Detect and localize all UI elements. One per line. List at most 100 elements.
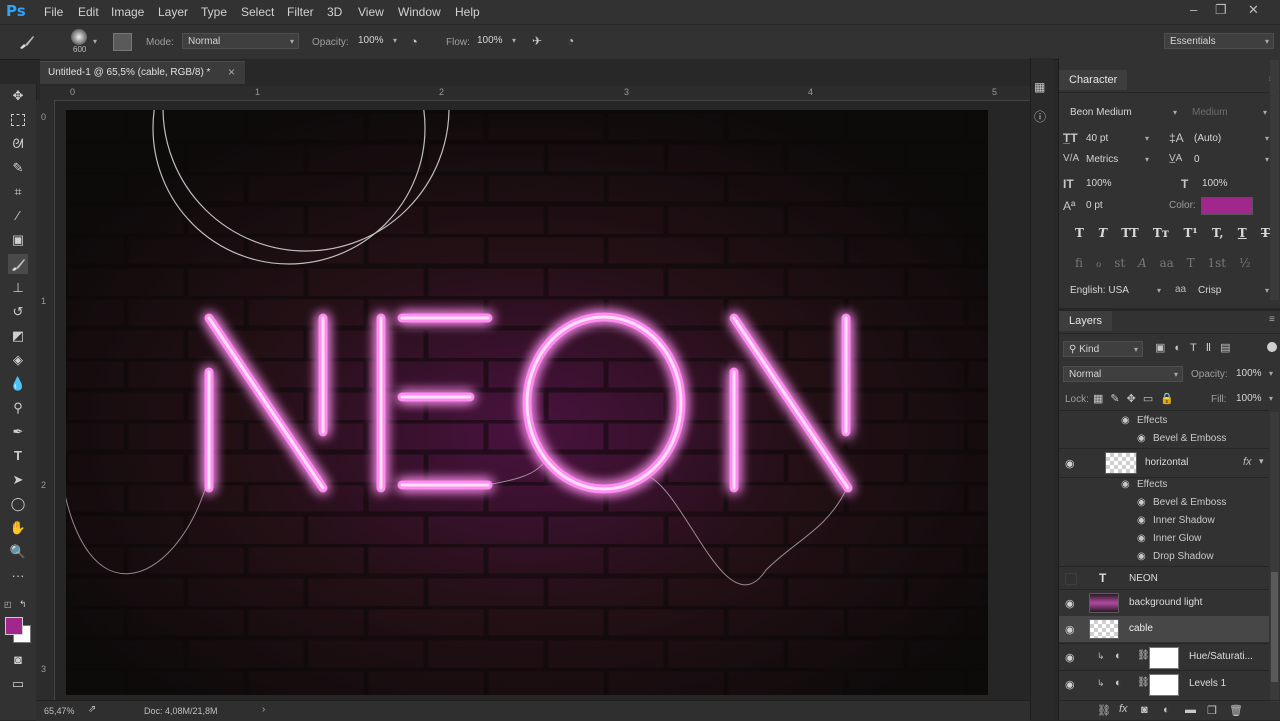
document-canvas[interactable]: [57, 0, 988, 695]
add-layer-style-icon[interactable]: fx: [1119, 703, 1128, 715]
new-group-icon[interactable]: ▬: [1185, 704, 1196, 716]
eye-icon[interactable]: ◉: [1137, 433, 1146, 444]
titling-alternates-button[interactable]: T: [1187, 256, 1195, 270]
menu-help[interactable]: Help: [455, 5, 480, 19]
fractions-button[interactable]: ½: [1239, 256, 1251, 270]
filter-kind-dropdown[interactable]: ⚲ Kind ▾: [1063, 341, 1143, 357]
panel-scrollbar[interactable]: [1270, 60, 1279, 300]
fx-icon[interactable]: fx: [1243, 456, 1252, 468]
layer-mask-thumbnail[interactable]: [1149, 674, 1179, 696]
ordinals-button[interactable]: 1st: [1208, 256, 1227, 270]
all-caps-button[interactable]: TT: [1121, 226, 1138, 240]
export-icon[interactable]: ⇗: [88, 704, 96, 715]
zoom-tool-icon[interactable]: 🔍: [8, 542, 28, 562]
layer-mask-thumbnail[interactable]: [1149, 647, 1179, 669]
add-mask-icon[interactable]: ◙: [1141, 704, 1148, 716]
tab-layers[interactable]: Layers: [1059, 311, 1113, 331]
new-layer-icon[interactable]: ❐: [1207, 704, 1217, 717]
eye-icon[interactable]: ◉: [1065, 597, 1075, 610]
small-caps-button[interactable]: Tт: [1153, 226, 1169, 240]
vertical-scale-field[interactable]: 100%: [1081, 176, 1153, 192]
leading-field[interactable]: (Auto) ▾: [1189, 131, 1273, 147]
eye-icon[interactable]: ◉: [1065, 623, 1075, 636]
tracking-field[interactable]: 0 ▾: [1189, 152, 1273, 168]
eye-icon[interactable]: ◉: [1065, 651, 1075, 664]
menu-filter[interactable]: Filter: [287, 5, 314, 19]
delete-layer-icon[interactable]: 🗑: [1229, 704, 1243, 717]
scrollbar-thumb[interactable]: [1271, 572, 1278, 682]
new-adjustment-layer-icon[interactable]: ◐: [1163, 704, 1170, 716]
layer-row-levels[interactable]: ◉ ↳ ◐ ⛓ Levels 1: [1059, 670, 1269, 697]
layer-row-horizontal[interactable]: ◉ horizontal fx ▾: [1059, 448, 1269, 478]
info-panel-icon[interactable]: ⓘ: [1034, 108, 1046, 125]
path-selection-tool-icon[interactable]: ➤: [8, 470, 28, 490]
brush-preset-icon[interactable]: [71, 29, 87, 45]
layers-scrollbar[interactable]: [1270, 412, 1279, 702]
font-style-dropdown[interactable]: Medium ▾: [1187, 105, 1271, 121]
ligatures-button[interactable]: fi: [1075, 256, 1083, 270]
old-style-button[interactable]: ℴ: [1096, 256, 1102, 270]
faux-bold-button[interactable]: T: [1075, 226, 1084, 240]
eye-icon[interactable]: ◉: [1137, 551, 1146, 562]
status-arrow-icon[interactable]: ›: [262, 704, 265, 715]
text-color-swatch[interactable]: [1201, 197, 1253, 215]
quick-selection-tool-icon[interactable]: ✎: [8, 158, 28, 178]
effect-row-bevel[interactable]: ◉ Bevel & Emboss: [1059, 430, 1269, 448]
eraser-tool-icon[interactable]: ◩: [8, 326, 28, 346]
ellipse-tool-icon[interactable]: ◯: [8, 494, 28, 514]
eye-icon[interactable]: ◉: [1137, 497, 1146, 508]
lasso-tool-icon[interactable]: ᘛ: [8, 134, 28, 154]
effect-row-inner-shadow[interactable]: ◉ Inner Shadow: [1059, 512, 1269, 530]
effects-row[interactable]: ◉ Effects: [1059, 412, 1269, 430]
clone-stamp-tool-icon[interactable]: ⊥: [8, 278, 28, 298]
eye-icon[interactable]: ◉: [1065, 678, 1075, 691]
paint-bucket-tool-icon[interactable]: ◈: [8, 350, 28, 370]
more-tools-icon[interactable]: ···: [8, 566, 28, 586]
swap-colors-icon[interactable]: ↰: [19, 599, 27, 610]
brush-preset-chevron-down-icon[interactable]: ▾: [93, 37, 97, 46]
expand-arrow-icon[interactable]: ▾: [1259, 456, 1264, 467]
type-tool-icon[interactable]: T: [8, 446, 28, 466]
layer-filter-icons[interactable]: ▣◐TⅡ▤: [1155, 341, 1240, 354]
close-icon[interactable]: ✕: [1248, 2, 1259, 18]
brush-tool-icon[interactable]: [18, 34, 36, 53]
layer-row-cable[interactable]: ◉ cable: [1059, 616, 1269, 642]
opacity-field[interactable]: 100% ▾: [353, 33, 401, 49]
workspace-dropdown[interactable]: Essentials ▾: [1164, 33, 1274, 49]
eye-icon[interactable]: ◉: [1121, 479, 1130, 490]
menu-edit[interactable]: Edit: [78, 5, 99, 19]
swash-button[interactable]: A: [1138, 256, 1147, 270]
stylistic-alternates-button[interactable]: aa: [1160, 256, 1174, 270]
filter-toggle-icon[interactable]: [1267, 342, 1277, 352]
strikethrough-button[interactable]: T: [1261, 226, 1270, 240]
document-close-icon[interactable]: ×: [228, 65, 235, 79]
link-layers-icon[interactable]: ⛓: [1097, 704, 1111, 717]
eye-icon[interactable]: ◉: [1137, 515, 1146, 526]
layer-row-hue-saturation[interactable]: ◉ ↳ ◐ ⛓ Hue/Saturati...: [1059, 643, 1269, 670]
eye-icon[interactable]: ◉: [1137, 533, 1146, 544]
brush-panel-toggle-icon[interactable]: [113, 33, 132, 51]
menu-file[interactable]: File: [44, 5, 63, 19]
link-icon[interactable]: ⛓: [1137, 650, 1150, 661]
effect-row-bevel[interactable]: ◉ Bevel & Emboss: [1059, 494, 1269, 512]
menu-view[interactable]: View: [358, 5, 384, 19]
crop-tool-icon[interactable]: ⌗: [8, 182, 28, 202]
pressure-size-icon[interactable]: ◔: [567, 34, 574, 48]
layer-row-background-light[interactable]: ◉ background light: [1059, 589, 1269, 616]
history-panel-icon[interactable]: ▦: [1034, 80, 1045, 94]
font-size-field[interactable]: 40 pt ▾: [1081, 131, 1153, 147]
pen-tool-icon[interactable]: ✒: [8, 422, 28, 442]
subscript-button[interactable]: T,: [1212, 226, 1224, 240]
menu-select[interactable]: Select: [241, 5, 274, 19]
marquee-tool-icon[interactable]: [8, 110, 28, 130]
tab-character[interactable]: Character: [1059, 70, 1128, 90]
blend-mode-dropdown[interactable]: Normal ▾: [1063, 366, 1183, 382]
document-tab[interactable]: Untitled-1 @ 65,5% (cable, RGB/8) * ×: [40, 61, 245, 84]
healing-brush-tool-icon[interactable]: ▣: [8, 230, 28, 250]
font-family-dropdown[interactable]: Beon Medium ▾: [1065, 105, 1181, 121]
menu-layer[interactable]: Layer: [158, 5, 188, 19]
move-tool-icon[interactable]: ✥: [8, 86, 28, 106]
quick-mask-icon[interactable]: ◙: [8, 650, 28, 670]
faux-italic-button[interactable]: T: [1098, 226, 1107, 240]
layer-opacity-field[interactable]: 100% ▾: [1231, 366, 1277, 382]
